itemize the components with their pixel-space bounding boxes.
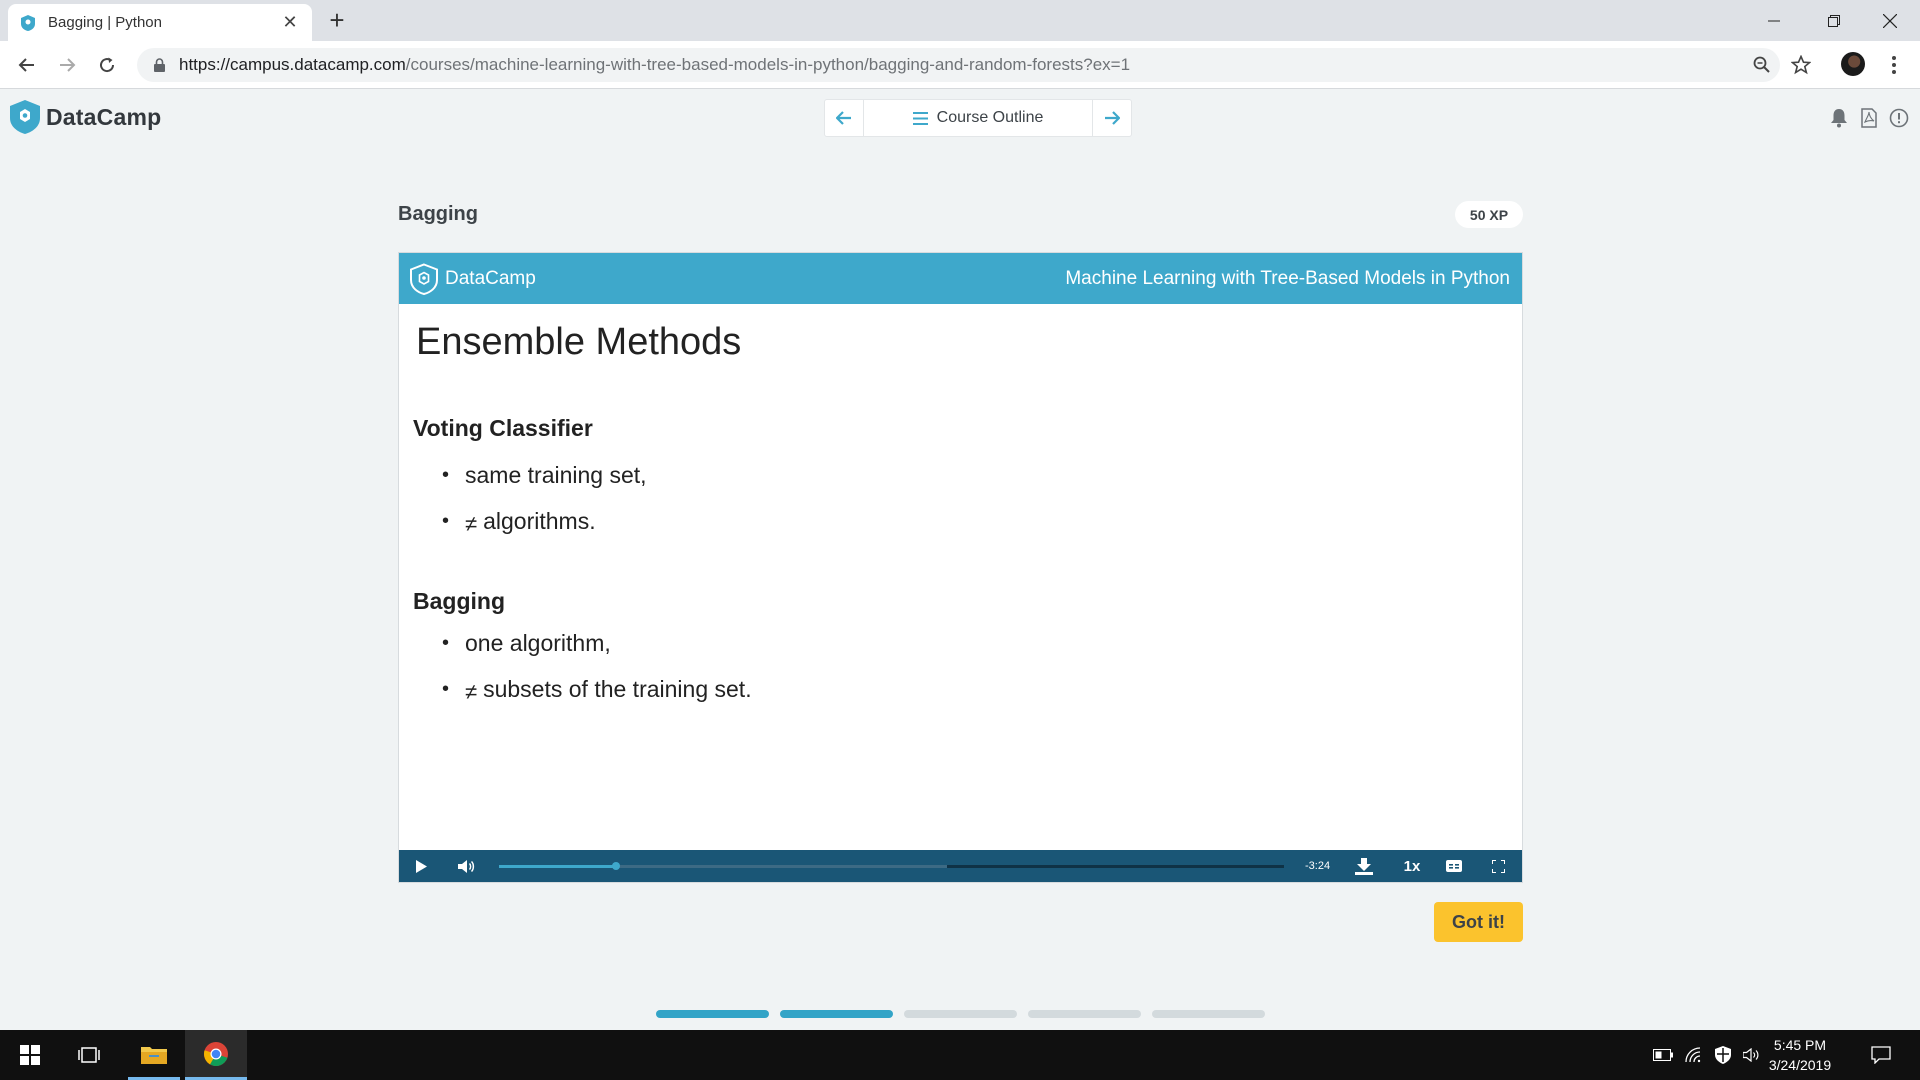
clock-date: 3/24/2019 — [1768, 1057, 1832, 1073]
new-tab-button[interactable]: + — [322, 6, 352, 36]
fullscreen-icon[interactable] — [1486, 850, 1510, 882]
url-host: https://campus.datacamp.com — [179, 55, 406, 74]
battery-icon[interactable] — [1652, 1045, 1674, 1065]
taskbar-clock[interactable]: 5:45 PM 3/24/2019 — [1760, 1035, 1840, 1075]
datacamp-logo[interactable]: DataCamp — [10, 100, 161, 134]
datacamp-shield-outline-icon — [410, 262, 438, 295]
got-it-button[interactable]: Got it! — [1434, 902, 1523, 942]
restore-icon[interactable] — [1806, 0, 1862, 41]
seek-handle[interactable] — [611, 862, 620, 870]
menu-icon — [912, 111, 928, 125]
section-title: Voting Classifier — [413, 415, 593, 441]
course-outline-nav: Course Outline — [824, 99, 1132, 137]
lock-icon — [151, 58, 167, 72]
wifi-icon[interactable] — [1682, 1045, 1704, 1065]
forward-icon[interactable] — [52, 50, 82, 80]
slide-content: Ensemble Methods Voting Classifier • sam… — [399, 304, 1522, 844]
slide-course-name: Machine Learning with Tree-Based Models … — [1065, 267, 1510, 289]
browser-menu-icon[interactable] — [1882, 50, 1906, 80]
chrome-taskbar-icon[interactable] — [185, 1030, 247, 1080]
previous-exercise-button[interactable] — [825, 100, 863, 136]
notifications-bell-icon[interactable] — [1827, 106, 1851, 130]
progress-step[interactable] — [1152, 1010, 1265, 1018]
bullet-item: • same training set, — [442, 462, 647, 488]
course-outline-button[interactable]: Course Outline — [863, 100, 1093, 136]
seek-played — [499, 865, 616, 868]
section-title: Bagging — [413, 588, 505, 614]
time-remaining: -3:24 — [1305, 860, 1331, 872]
browser-toolbar: https://campus.datacamp.com/courses/mach… — [0, 41, 1920, 89]
volume-icon[interactable] — [454, 850, 478, 882]
url-path: /courses/machine-learning-with-tree-base… — [405, 55, 1131, 74]
bullet-item: • one algorithm, — [442, 630, 611, 656]
minimize-icon[interactable] — [1746, 0, 1802, 41]
windows-taskbar: 5:45 PM 3/24/2019 — [0, 1030, 1920, 1080]
slide-heading: Ensemble Methods — [416, 321, 742, 363]
exercise-progress-steps — [656, 1010, 1265, 1018]
progress-step[interactable] — [1028, 1010, 1141, 1018]
reload-icon[interactable] — [92, 50, 122, 80]
video-controls: -3:24 1x — [399, 850, 1522, 882]
close-tab-icon[interactable]: ✕ — [280, 12, 300, 33]
bullet-item: • ≠ subsets of the training set. — [442, 676, 752, 704]
close-window-icon[interactable] — [1862, 0, 1918, 41]
play-icon[interactable] — [411, 850, 431, 882]
video-player: DataCamp Machine Learning with Tree-Base… — [398, 252, 1523, 883]
arrow-left-icon — [836, 111, 851, 125]
progress-step[interactable] — [904, 1010, 1017, 1018]
windows-start-icon[interactable] — [0, 1030, 60, 1080]
progress-step[interactable] — [780, 1010, 893, 1018]
security-shield-icon[interactable] — [1712, 1045, 1734, 1065]
download-icon[interactable] — [1352, 850, 1376, 882]
datacamp-shield-icon — [10, 100, 40, 134]
browser-tab-bar: Bagging | Python ✕ + — [0, 0, 1920, 41]
file-explorer-icon[interactable] — [128, 1030, 180, 1080]
datacamp-favicon-icon — [20, 14, 36, 32]
next-exercise-button[interactable] — [1093, 100, 1131, 136]
not-equal-symbol: ≠ — [465, 510, 478, 536]
slide-brand: DataCamp — [445, 267, 536, 289]
slide-header-bar: DataCamp Machine Learning with Tree-Base… — [399, 253, 1522, 304]
arrow-right-icon — [1105, 111, 1120, 125]
clock-time: 5:45 PM — [1773, 1037, 1827, 1053]
back-icon[interactable] — [12, 50, 42, 80]
playback-speed-button[interactable]: 1x — [1397, 850, 1427, 882]
bookmark-star-icon[interactable] — [1786, 50, 1816, 80]
zoom-icon[interactable] — [1747, 50, 1777, 80]
brand-name: DataCamp — [46, 103, 162, 130]
browser-tab[interactable]: Bagging | Python ✕ — [8, 4, 312, 41]
not-equal-symbol: ≠ — [465, 678, 478, 704]
profile-avatar[interactable] — [1841, 52, 1865, 76]
closed-captions-icon[interactable] — [1442, 850, 1466, 882]
exercise-title: Bagging — [398, 203, 478, 225]
pdf-slides-icon[interactable] — [1857, 106, 1881, 130]
task-view-icon[interactable] — [64, 1030, 114, 1080]
app-header: DataCamp Course Outline — [0, 90, 1920, 144]
seek-bar[interactable] — [499, 862, 1284, 870]
slide-logo: DataCamp — [409, 262, 536, 295]
address-bar[interactable]: https://campus.datacamp.com/courses/mach… — [137, 48, 1780, 82]
action-center-icon[interactable] — [1868, 1045, 1894, 1065]
progress-step[interactable] — [656, 1010, 769, 1018]
tab-title: Bagging | Python — [48, 14, 162, 31]
xp-badge: 50 XP — [1455, 201, 1523, 228]
course-outline-label: Course Outline — [936, 109, 1044, 126]
bullet-item: • ≠ algorithms. — [442, 508, 596, 536]
report-issue-icon[interactable] — [1887, 106, 1911, 130]
